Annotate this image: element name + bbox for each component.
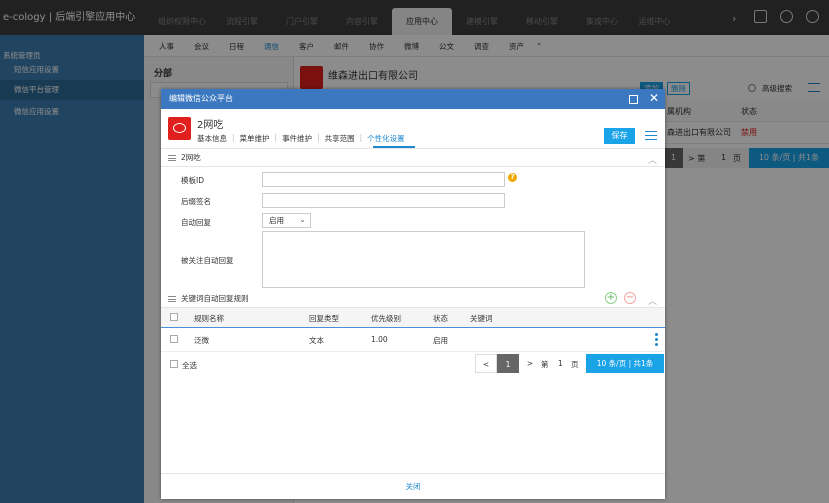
dialog-body: 2网吃 ︿ 模板ID ? 后缀签名 自动回复 启用 ⌄ 被关注自动回复 关键词自… [161,148,665,473]
tab-share-scope[interactable]: 共享范围 [325,133,355,144]
account-name: 2网吃 [197,120,224,131]
col-status: 状态 [433,314,448,323]
dialog-title: 编辑微信公众平台 [161,89,665,109]
collapse-icon[interactable]: ︿ [648,152,657,170]
col-reply-type: 回复类型 [309,314,339,323]
chat-bubble-icon [173,123,186,133]
section-basic[interactable]: 2网吃 ︿ [161,149,665,167]
close-icon[interactable]: ✕ [649,91,659,106]
select-all-label: 全选 [182,361,197,370]
follow-reply-label: 被关注自动回复 [181,256,234,265]
next-page-button[interactable]: > [519,354,541,373]
select-all-checkbox[interactable] [170,360,178,368]
close-button[interactable]: 关闭 [161,473,665,499]
table-row[interactable]: 泛微 文本 1.00 启用 [161,328,665,352]
suffix-input[interactable] [262,193,505,208]
col-priority: 优先级别 [371,314,401,323]
auto-reply-label: 自动回复 [181,218,211,227]
auto-reply-select[interactable]: 启用 ⌄ [262,213,311,228]
header-checkbox[interactable] [170,313,178,321]
template-id-label: 模板ID [181,176,204,185]
goto-unit: 页 [571,360,579,369]
help-icon[interactable]: ? [508,173,517,182]
wechat-logo [168,117,191,140]
tab-events[interactable]: 事件维护 [282,133,312,144]
tab-personalization[interactable]: 个性化设置 [367,133,405,144]
tab-basic-info[interactable]: 基本信息 [197,133,227,144]
goto-label: 第 [541,360,549,369]
cell-status: 启用 [433,336,448,345]
tab-menu[interactable]: 菜单维护 [240,133,270,144]
remove-rule-icon[interactable]: − [624,292,636,304]
follow-reply-textarea[interactable] [262,231,585,288]
cell-rule-name: 泛微 [194,336,209,345]
dialog-tabs: 基本信息 | 菜单维护 | 事件维护 | 共享范围 | 个性化设置 [197,133,405,144]
suffix-label: 后缀签名 [181,197,211,206]
row-checkbox[interactable] [170,335,178,343]
row-actions-icon[interactable] [655,333,658,348]
cell-reply-type: 文本 [309,336,324,345]
page-number[interactable]: 1 [497,354,519,373]
menu-list-icon[interactable] [645,131,657,140]
section-keyword-rules[interactable]: 关键词自动回复规则 ︿ [161,290,665,308]
section-title: 2网吃 [181,153,201,162]
maximize-icon[interactable] [629,95,638,104]
col-rule-name: 规则名称 [194,314,224,323]
prev-page-button[interactable]: < [475,354,497,373]
col-keyword: 关键词 [470,314,493,323]
save-button[interactable]: 保存 [604,128,635,144]
goto-input[interactable]: 1 [558,359,563,368]
edit-wechat-dialog: 编辑微信公众平台 ✕ 2网吃 基本信息 | 菜单维护 | 事件维护 | 共享范围 | 个… [161,89,665,499]
chevron-down-icon: ⌄ [299,215,306,224]
auto-reply-value: 启用 [269,216,284,225]
cell-priority: 1.00 [371,335,388,344]
section-title: 关键词自动回复规则 [181,294,249,303]
add-rule-icon[interactable]: + [605,292,617,304]
drag-handle-icon [168,296,176,302]
page-size-info[interactable]: 10 条/页 | 共1条 [586,354,664,373]
drag-handle-icon [168,155,176,161]
rules-table-header: 规则名称 回复类型 优先级别 状态 关键词 [161,308,665,328]
template-id-input[interactable] [262,172,505,187]
